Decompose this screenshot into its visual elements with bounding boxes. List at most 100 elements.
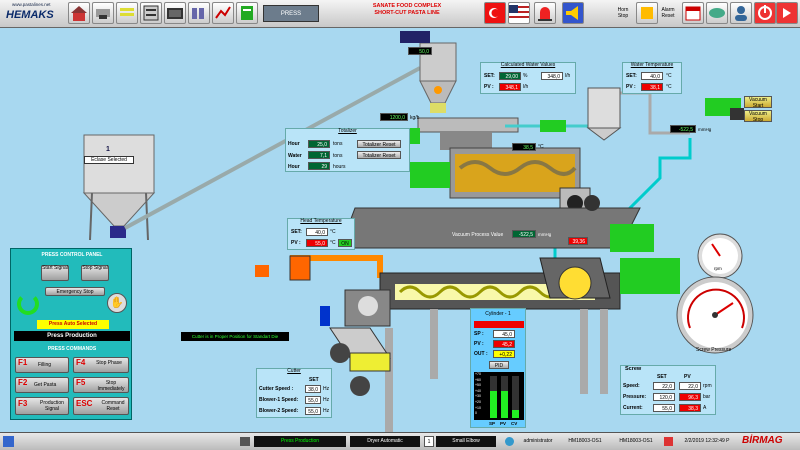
emergency-stop-button[interactable]: Emergency Stop bbox=[45, 287, 105, 296]
f5-key: F5 bbox=[76, 378, 86, 387]
dryer-icon[interactable] bbox=[164, 2, 186, 24]
water-temp-pv-label: PV : bbox=[626, 84, 636, 90]
screw-speed-pv: 22,0 bbox=[679, 382, 701, 390]
keyboard-icon[interactable] bbox=[240, 437, 250, 446]
cutter-speed-value[interactable]: 38,0 bbox=[305, 385, 321, 393]
exit-icon[interactable] bbox=[776, 2, 798, 24]
turkish-flag-icon[interactable] bbox=[484, 2, 506, 24]
press-screen-button[interactable]: PRESS bbox=[263, 5, 319, 22]
hmi-screen: www.pastalines.net HEMAKS PRESS SANATE F… bbox=[0, 0, 800, 450]
recipe-icon[interactable] bbox=[236, 2, 258, 24]
doser-indicator-icon bbox=[434, 86, 442, 94]
upper-platform bbox=[339, 207, 641, 249]
status-datetime: 2/2/2019 12:32:49 P bbox=[684, 438, 730, 444]
cylinder-bar-label: SP bbox=[489, 421, 496, 426]
water-temp-unit2: °C bbox=[666, 84, 672, 90]
blower1-speed-value[interactable]: 55,0 bbox=[305, 396, 321, 404]
filling-button[interactable]: F1 Filling bbox=[15, 357, 69, 373]
get-pasta-label: Get Pasta bbox=[34, 382, 57, 388]
trend-icon[interactable] bbox=[212, 2, 234, 24]
screw-pressure-unit: bar bbox=[703, 394, 711, 400]
water-set-lh: 348,0 bbox=[541, 72, 563, 80]
silo-selected-label[interactable]: Eclase Selected bbox=[84, 156, 134, 164]
press-icon[interactable] bbox=[140, 2, 162, 24]
horn-icon[interactable] bbox=[562, 2, 584, 24]
cylinder-pid-button[interactable]: PID bbox=[489, 361, 509, 369]
user-icon[interactable] bbox=[730, 2, 752, 24]
screw-pressure-pv: 96,3 bbox=[679, 393, 701, 401]
water-temp-set[interactable]: 40,0 bbox=[641, 72, 663, 80]
command-reset-button[interactable]: ESC Command Reset bbox=[73, 397, 129, 415]
totalizer-water-value: 7,1 bbox=[308, 151, 330, 159]
start-signal-button[interactable]: Start Signal bbox=[41, 265, 69, 281]
cylinder-pv-label: PV : bbox=[474, 341, 484, 347]
screw-title: Screw bbox=[625, 366, 642, 372]
water-totalizer-reset-button[interactable]: Totalizer Reset bbox=[357, 151, 401, 159]
get-pasta-button[interactable]: F2 Get Pasta bbox=[15, 377, 69, 393]
stop-signal-button[interactable]: Stop Signal bbox=[81, 265, 109, 281]
head-temp-pv: 55,0 bbox=[306, 239, 328, 247]
vacuum-start-button[interactable]: Vacuum Start bbox=[744, 96, 772, 109]
cylinder-sp-value[interactable]: 45,0 bbox=[493, 330, 515, 338]
vacuum-value: -522,5 bbox=[670, 125, 696, 133]
stop-signal-label: Stop Signal bbox=[82, 265, 108, 271]
production-signal-button[interactable]: F3 Production Signal bbox=[15, 397, 69, 415]
plant-title: SANATE FOOD COMPLEX SHORT-CUT PASTA LINE bbox=[352, 3, 462, 17]
cylinder-bar bbox=[512, 376, 519, 418]
water-temp-panel: Water Temperature SET: PV : 40,0 38,1 °C… bbox=[622, 62, 682, 94]
screw-head-value: 39,36 bbox=[568, 237, 588, 245]
head-temp-panel: Head Temperature SET: PV : 40,0 55,0 °C … bbox=[287, 218, 355, 250]
water-values-panel: Calculated Water Values SET: PV : 29,00 … bbox=[480, 62, 576, 94]
stop-immediately-button[interactable]: F5 Stop Immediately bbox=[73, 377, 129, 393]
home-icon[interactable] bbox=[68, 2, 90, 24]
doser-value: 50,0 bbox=[408, 47, 432, 55]
water-set-percent[interactable]: 29,00 bbox=[499, 72, 521, 80]
flour-transport-icon[interactable] bbox=[92, 2, 114, 24]
command-reset-label: Command Reset bbox=[101, 400, 125, 412]
water-pv-unit: l/h bbox=[523, 84, 529, 90]
vacuum-stop-button[interactable]: Vacuum Stop bbox=[744, 110, 772, 123]
head-temp-title: Head Temperature bbox=[300, 218, 342, 224]
screw-current-unit: A bbox=[703, 405, 707, 411]
status-user: administrator bbox=[523, 438, 553, 444]
water-temp-pv: 38,1 bbox=[641, 83, 663, 91]
alarm-reset-label[interactable]: Alarm Reset bbox=[656, 7, 680, 19]
screw-current-label: Current: bbox=[623, 405, 643, 411]
alarm-light-icon[interactable] bbox=[534, 2, 556, 24]
warning-icon[interactable] bbox=[664, 437, 673, 446]
stop-phase-button[interactable]: F4 Stop Phase bbox=[73, 357, 129, 373]
conveyor-icon[interactable] bbox=[116, 2, 138, 24]
water-lh-unit: l/h bbox=[565, 73, 571, 79]
cylinder-bar bbox=[490, 376, 497, 418]
cutter-panel: Cutter SET Cutter Speed : Blower-1 Speed… bbox=[256, 368, 332, 418]
alarm-reset-icon[interactable] bbox=[636, 2, 658, 24]
cylinder-bar-label: CV bbox=[511, 421, 518, 426]
press-control-panel: PRESS CONTROL PANEL Start Signal Stop Si… bbox=[10, 248, 132, 420]
english-flag-icon[interactable] bbox=[508, 2, 530, 24]
screw-motor-icon bbox=[620, 258, 680, 294]
windows-icon[interactable] bbox=[3, 436, 14, 447]
shutdown-icon[interactable] bbox=[754, 2, 776, 24]
screw-pressure-set[interactable]: 120,0 bbox=[653, 393, 675, 401]
head-temp-set[interactable]: 40,0 bbox=[306, 228, 328, 236]
network-icon[interactable] bbox=[706, 2, 728, 24]
blower2-speed-value[interactable]: 55,0 bbox=[305, 407, 321, 415]
screw-current-set[interactable]: 55,0 bbox=[653, 404, 675, 412]
cylinder-scale-tick: +30 bbox=[475, 394, 481, 399]
logo-name: HEMAKS bbox=[6, 9, 54, 21]
control-panel-title: PRESS CONTROL PANEL bbox=[41, 252, 103, 258]
totalizer-reset-button[interactable]: Totalizer Reset bbox=[357, 140, 401, 148]
screw-speed-label: Speed: bbox=[623, 383, 640, 389]
screw-pressure-label-row: Pressure: bbox=[623, 394, 647, 400]
horn-stop-label[interactable]: Horn Stop bbox=[612, 7, 634, 19]
hand-icon[interactable]: ✋ bbox=[107, 293, 127, 313]
mixer-pressure-icon bbox=[584, 195, 600, 211]
storage-icon[interactable] bbox=[188, 2, 210, 24]
cylinder-panel: Cylinder - 1 SP : PV : OUT : 45,0 45,2 +… bbox=[470, 308, 526, 428]
plant-title-line2: SHORT-CUT PASTA LINE bbox=[374, 10, 440, 16]
cylinder-scale-tick: +40 bbox=[475, 388, 481, 393]
calendar-icon[interactable] bbox=[682, 2, 704, 24]
screw-pressure-label: Screw Pressure bbox=[696, 347, 732, 353]
screw-speed-set[interactable]: 22,0 bbox=[653, 382, 675, 390]
brand-logo: BİRMAG bbox=[742, 435, 783, 446]
